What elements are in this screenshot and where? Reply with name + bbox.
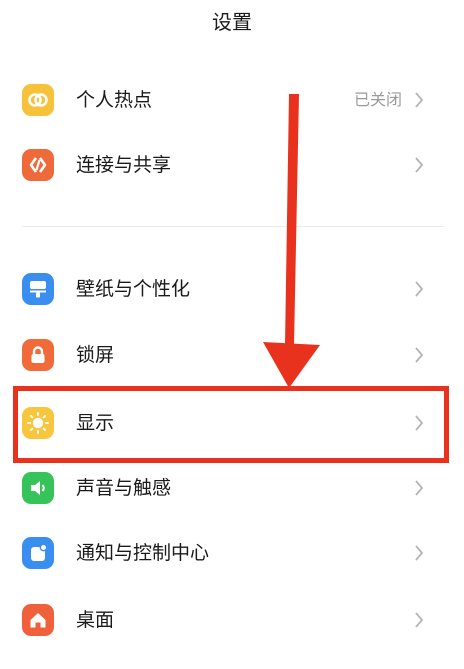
settings-item-hotspot[interactable]: 个人热点 已关闭 — [0, 70, 464, 130]
settings-item-label: 个人热点 — [76, 89, 153, 111]
notification-icon — [22, 537, 54, 569]
home-icon — [22, 604, 54, 636]
settings-item-desktop[interactable]: 桌面 — [0, 590, 464, 650]
settings-item-connection-share[interactable]: 连接与共享 — [0, 135, 464, 195]
page-title: 设置 — [212, 10, 252, 34]
settings-item-sound[interactable]: 声音与触感 — [0, 458, 464, 518]
connection-share-icon — [22, 149, 54, 181]
chevron-right-icon — [415, 92, 424, 108]
hotspot-icon — [22, 84, 54, 116]
chevron-right-icon — [415, 545, 424, 561]
lock-icon — [22, 339, 54, 371]
settings-item-notification-control[interactable]: 通知与控制中心 — [0, 523, 464, 583]
highlight-box — [13, 386, 449, 463]
chevron-right-icon — [415, 347, 424, 363]
settings-item-label: 连接与共享 — [76, 154, 172, 176]
settings-item-label: 声音与触感 — [76, 477, 172, 499]
section-divider — [22, 226, 444, 227]
speaker-icon — [22, 472, 54, 504]
chevron-right-icon — [415, 612, 424, 628]
chevron-right-icon — [415, 157, 424, 173]
settings-item-wallpaper[interactable]: 壁纸与个性化 — [0, 259, 464, 319]
chevron-right-icon — [415, 281, 424, 297]
wallpaper-icon — [22, 273, 54, 305]
settings-item-value: 已关闭 — [353, 90, 402, 109]
chevron-right-icon — [415, 480, 424, 496]
settings-item-label: 壁纸与个性化 — [76, 278, 191, 300]
settings-item-label: 通知与控制中心 — [76, 542, 210, 564]
settings-item-label: 锁屏 — [76, 344, 115, 366]
settings-item-lock-screen[interactable]: 锁屏 — [0, 325, 464, 385]
settings-item-label: 桌面 — [76, 609, 115, 631]
